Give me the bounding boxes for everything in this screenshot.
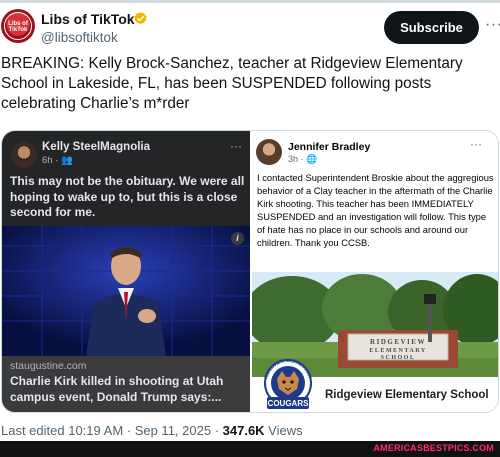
- post-meta: 6h · 👥: [42, 155, 73, 166]
- more-options-icon: ···: [470, 137, 482, 151]
- post-text: This may not be the obituary. We were al…: [10, 174, 245, 219]
- tweet-footer: Last edited 10:19 AM · Sep 11, 2025 · 34…: [1, 423, 303, 438]
- more-options-icon: ···: [230, 139, 242, 153]
- tweet-header: Libs of TikTok Libs of TikTok @libsoftik…: [0, 4, 500, 50]
- more-options-icon[interactable]: ···: [485, 16, 500, 34]
- views-count: 347.6K: [222, 423, 265, 438]
- link-preview: staugustine.com Charlie Kirk killed in s…: [2, 356, 250, 412]
- info-icon[interactable]: i: [231, 232, 244, 245]
- facebook-post-screenshot-right: Jennifer Bradley 3h · 🌐 ··· I contacted …: [252, 131, 498, 412]
- views-label: Views: [264, 423, 303, 438]
- avatar: [11, 142, 37, 168]
- top-divider: [0, 0, 500, 3]
- verified-badge-icon: [134, 11, 147, 25]
- avatar[interactable]: Libs of TikTok: [1, 9, 35, 43]
- cougars-logo-icon: RIDGEVIEW ELEMENTARY COUGARS: [263, 359, 313, 409]
- avatar: [256, 139, 282, 165]
- link-headline: Charlie Kirk killed in shooting at Utah …: [10, 374, 224, 404]
- edited-timestamp[interactable]: Last edited 10:19 AM · Sep 11, 2025 ·: [1, 423, 223, 438]
- facebook-post-screenshot-left: Kelly SteelMagnolia 6h · 👥 ··· This may …: [2, 131, 250, 412]
- display-name[interactable]: Libs of TikTok: [41, 11, 135, 27]
- post-author: Jennifer Bradley: [288, 141, 371, 153]
- avatar-logo-text: Libs of TikTok: [8, 21, 28, 33]
- post-text: I contacted Superintendent Broskie about…: [257, 172, 494, 248]
- watermark-bar: AMERICASBESTPICS.COM: [0, 441, 500, 457]
- sign-line-2: ELEMENTARY: [369, 348, 426, 354]
- news-photo: [2, 226, 250, 356]
- sign-line-3: SCHOOL: [381, 355, 416, 361]
- post-meta: 3h · 🌐: [288, 154, 318, 164]
- sign-line-1: RIDGEVIEW: [370, 338, 426, 346]
- watermark-text: AMERICASBESTPICS.COM: [373, 443, 494, 453]
- link-source: staugustine.com: [10, 360, 87, 372]
- post-author: Kelly SteelMagnolia: [42, 141, 151, 153]
- tweet-media[interactable]: Kelly SteelMagnolia 6h · 👥 ··· This may …: [1, 130, 499, 413]
- tweet-text: BREAKING: Kelly Brock-Sanchez, teacher a…: [1, 55, 463, 112]
- account-handle[interactable]: @libsoftiktok: [41, 30, 118, 45]
- logo-team-name: COUGARS: [268, 399, 310, 408]
- subscribe-button[interactable]: Subscribe: [384, 11, 479, 44]
- school-name: Ridgeview Elementary School: [325, 389, 489, 401]
- speaker-photo-illustration: [2, 226, 250, 356]
